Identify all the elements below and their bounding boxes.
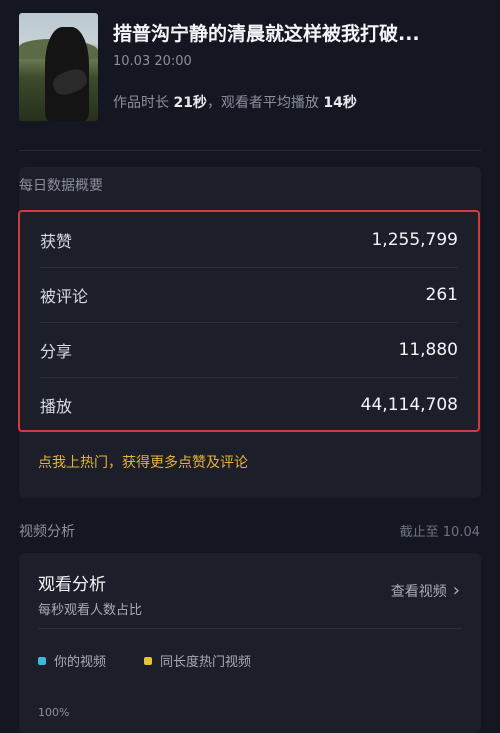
chevron-right-icon: › <box>452 580 460 601</box>
legend-item-your-video: 你的视频 <box>38 651 106 670</box>
stat-row-likes: 获赞 1,255,799 <box>40 212 458 268</box>
video-meta: 作品时长 21秒，观看者平均播放 14秒 <box>113 92 357 112</box>
promo-link[interactable]: 点我上热门，获得更多点赞及评论 <box>38 452 248 472</box>
video-title[interactable]: 措普沟宁静的清晨就这样被我打破... <box>113 19 483 46</box>
stat-label: 被评论 <box>40 286 89 306</box>
avg-label: ，观看者平均播放 <box>206 95 319 111</box>
legend-square-icon <box>38 656 46 665</box>
legend-square-icon <box>144 656 152 665</box>
stat-row-shares: 分享 11,880 <box>40 322 458 378</box>
header-divider <box>19 150 481 151</box>
stat-value: 261 <box>425 284 458 305</box>
stat-row-plays: 播放 44,114,708 <box>40 377 458 432</box>
view-analysis-title: 观看分析 <box>38 575 106 595</box>
duration-label: 作品时长 <box>113 95 169 111</box>
legend-label: 你的视频 <box>54 655 107 670</box>
analysis-section-title: 视频分析 <box>19 524 75 540</box>
stat-value: 44,114,708 <box>360 394 458 415</box>
daily-section-title: 每日数据概要 <box>19 178 103 194</box>
video-datetime: 10.03 20:00 <box>113 54 192 69</box>
stat-value: 1,255,799 <box>371 229 458 250</box>
stats-highlight-box: 获赞 1,255,799 被评论 261 分享 11,880 播放 44,114… <box>18 210 480 432</box>
chart-y-axis-top-label: 100% <box>38 706 70 719</box>
stat-label: 分享 <box>40 341 73 361</box>
video-thumbnail[interactable] <box>19 13 98 121</box>
stat-value: 11,880 <box>398 339 458 360</box>
card-divider <box>38 628 462 629</box>
view-video-link[interactable]: 查看视频 › <box>391 580 460 601</box>
legend-item-hot-videos: 同长度热门视频 <box>144 651 251 670</box>
analysis-cutoff-date: 截止至 10.04 <box>399 525 480 540</box>
view-video-label: 查看视频 <box>390 583 447 600</box>
stat-row-comments: 被评论 261 <box>40 267 458 323</box>
view-analysis-subtitle: 每秒观看人数占比 <box>38 603 143 618</box>
avg-value: 14秒 <box>323 95 357 111</box>
duration-value: 21秒 <box>173 95 207 111</box>
stat-label: 获赞 <box>40 231 73 251</box>
stat-label: 播放 <box>40 396 73 416</box>
legend-label: 同长度热门视频 <box>160 655 252 670</box>
